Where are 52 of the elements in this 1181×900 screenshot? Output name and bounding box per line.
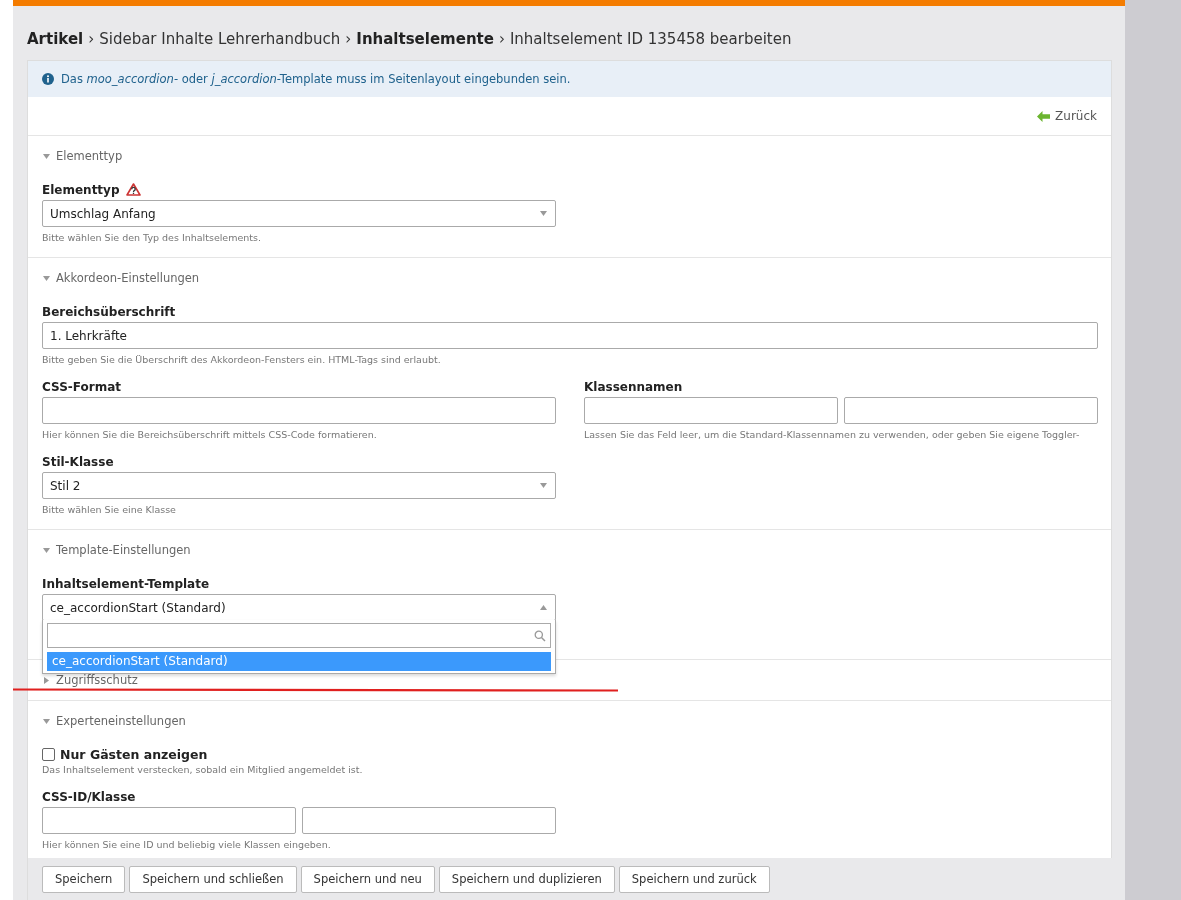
- breadcrumb-item[interactable]: Artikel: [27, 29, 84, 48]
- checkbox[interactable]: [42, 748, 55, 761]
- field-label: Inhaltselement-Template: [42, 576, 210, 591]
- field-hint: Bitte wählen Sie den Typ des Inhaltselements.: [42, 232, 263, 243]
- search-field[interactable]: [47, 623, 551, 648]
- select-field[interactable]: Stil 2: [42, 472, 556, 499]
- text-field[interactable]: [302, 807, 556, 834]
- select-field[interactable]: Umschlag Anfang: [42, 200, 556, 227]
- back-link[interactable]: Zurück: [1037, 109, 1097, 123]
- field-label: CSS-Format: [42, 379, 121, 394]
- warning-icon: [125, 183, 141, 196]
- text-field[interactable]: [42, 807, 296, 834]
- section-legend[interactable]: Template-Einstellungen: [56, 543, 191, 557]
- checkbox-label[interactable]: Nur Gästen anzeigen: [60, 747, 208, 762]
- info-message: Das moo_accordion- oder j_accordion-Template muss im Seitenlayout eingebunden sein.: [61, 72, 571, 86]
- field-hint: Hier können Sie eine ID und beliebig viele Klassen eingeben.: [42, 839, 332, 850]
- search-icon: [534, 629, 546, 642]
- text-field[interactable]: 1. Lehrkräfte: [42, 322, 1098, 349]
- text-field[interactable]: [844, 397, 1098, 424]
- save-button[interactable]: Speichern und zurück: [618, 865, 770, 893]
- save-button[interactable]: Speichern und schließen: [129, 865, 297, 893]
- caret-down-icon: [539, 481, 548, 490]
- caret-down-icon: [539, 209, 548, 218]
- save-button[interactable]: Speichern: [42, 865, 126, 893]
- breadcrumb-item: Inhaltselement ID 135458 bearbeiten: [509, 29, 792, 48]
- section-legend[interactable]: Experteneinstellungen: [56, 714, 186, 728]
- info-icon: [42, 73, 54, 85]
- select-field[interactable]: ce_accordionStart (Standard): [42, 594, 556, 621]
- section-legend[interactable]: Zugriffsschutz: [56, 673, 138, 687]
- caret-up-icon: [539, 603, 548, 612]
- field-hint: Hier können Sie die Bereichsüberschrift mittels CSS-Code formatieren.: [42, 429, 378, 440]
- breadcrumb-separator: ›: [345, 29, 352, 48]
- field-label: Klassennamen: [584, 379, 683, 394]
- breadcrumb-item[interactable]: Inhaltselemente: [356, 29, 494, 48]
- field-label: Stil-Klasse: [42, 454, 114, 469]
- field-hint: Das Inhaltselement verstecken, sobald ein Mitglied angemeldet ist.: [42, 764, 364, 775]
- text-field[interactable]: [584, 397, 838, 424]
- breadcrumb-separator: ›: [88, 29, 95, 48]
- field-hint: Lassen Sie das Feld leer, um die Standard-Klassennamen zu verwenden, oder geben Sie eigene Toggler-: [584, 429, 1081, 440]
- text-field[interactable]: [42, 397, 556, 424]
- breadcrumb-item: Sidebar Inhalte Lehrerhandbuch: [99, 29, 341, 48]
- field-label: Elementtyp: [42, 182, 120, 197]
- field-label: CSS-ID/Klasse: [42, 789, 136, 804]
- breadcrumb-separator: ›: [498, 29, 505, 48]
- back-arrow-icon: [1037, 110, 1051, 122]
- section-legend[interactable]: Elementtyp: [56, 149, 123, 163]
- field-label: Bereichsüberschrift: [42, 304, 176, 319]
- field-hint: Bitte wählen Sie eine Klasse: [42, 504, 177, 515]
- field-hint: Bitte geben Sie die Überschrift des Akkordeon-Fensters ein. HTML-Tags sind erlaubt.: [42, 354, 442, 365]
- save-button[interactable]: Speichern und duplizieren: [438, 865, 615, 893]
- save-button[interactable]: Speichern und neu: [300, 865, 435, 893]
- section-legend[interactable]: Akkordeon-Einstellungen: [56, 271, 200, 285]
